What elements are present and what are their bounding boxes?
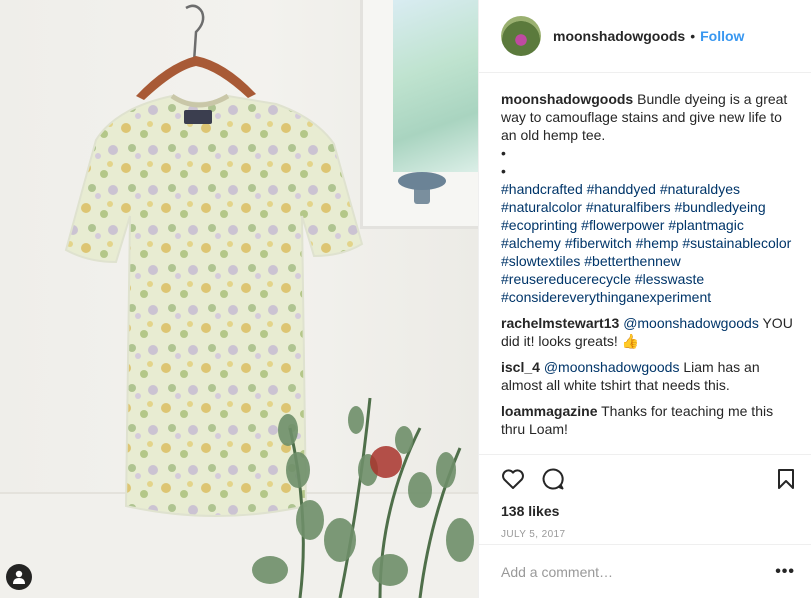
hashtag-link[interactable]: #flowerpower bbox=[581, 217, 664, 233]
comment-username[interactable]: loammagazine bbox=[501, 403, 597, 419]
action-icons bbox=[501, 465, 795, 493]
post-sidebar: moonshadowgoods • Follow moonshadowgoods… bbox=[478, 0, 811, 598]
comment-mention[interactable]: @moonshadowgoods bbox=[544, 359, 680, 375]
hashtag-link[interactable]: #naturalfibers bbox=[586, 199, 671, 215]
person-icon bbox=[13, 570, 25, 584]
hashtag-link[interactable]: #reusereducerecycle bbox=[501, 271, 631, 287]
hashtag-link[interactable]: #hemp bbox=[636, 235, 679, 251]
hashtag-link[interactable]: #lesswaste bbox=[635, 271, 704, 287]
comments-list: moonshadowgoods Bundle dyeing is a great… bbox=[479, 73, 811, 466]
hashtag-link[interactable]: #handdyed bbox=[587, 181, 656, 197]
hashtag-link[interactable]: #alchemy bbox=[501, 235, 561, 251]
hashtag-link[interactable]: #sustainablecolor bbox=[682, 235, 791, 251]
hashtag-link[interactable]: #handcrafted bbox=[501, 181, 583, 197]
likes-count[interactable]: 138 likes bbox=[501, 503, 795, 519]
comment-username[interactable]: rachelmstewart13 bbox=[501, 315, 619, 331]
comment: iscl_4 @moonshadowgoods Liam has an almo… bbox=[501, 358, 795, 394]
comment-icon[interactable] bbox=[541, 467, 565, 491]
hashtag-link[interactable]: #naturalcolor bbox=[501, 199, 582, 215]
header-username[interactable]: moonshadowgoods bbox=[553, 28, 685, 44]
add-comment-bar: ••• bbox=[479, 544, 811, 598]
bookmark-icon[interactable] bbox=[777, 468, 795, 490]
caption: moonshadowgoods Bundle dyeing is a great… bbox=[501, 90, 795, 306]
caption-bullet: • bbox=[501, 163, 506, 179]
comment: rachelmstewart13 @moonshadowgoods YOU di… bbox=[501, 314, 795, 350]
post-date[interactable]: JULY 5, 2017 bbox=[501, 529, 795, 540]
heart-icon[interactable] bbox=[501, 468, 525, 490]
hashtag-link[interactable]: #naturaldyes bbox=[660, 181, 740, 197]
caption-bullet: • bbox=[501, 145, 506, 161]
hashtag-link[interactable]: #considereverythinganexperiment bbox=[501, 289, 711, 305]
hashtag-link[interactable]: #betterthennew bbox=[584, 253, 681, 269]
post-header: moonshadowgoods • Follow bbox=[479, 0, 811, 73]
comment-mention[interactable]: @moonshadowgoods bbox=[623, 315, 759, 331]
more-options-button[interactable]: ••• bbox=[775, 563, 795, 581]
hashtag-link[interactable]: #ecoprinting bbox=[501, 217, 577, 233]
hanging-tshirt bbox=[64, 4, 474, 598]
comment-username[interactable]: iscl_4 bbox=[501, 359, 540, 375]
header-separator: • bbox=[690, 28, 696, 44]
comment: loammagazine Thanks for teaching me this… bbox=[501, 402, 795, 438]
caption-hashtags: #handcrafted #handdyed #naturaldyes #nat… bbox=[501, 180, 795, 306]
tagged-user-button[interactable] bbox=[6, 564, 32, 590]
hashtag-link[interactable]: #slowtextiles bbox=[501, 253, 580, 269]
hashtag-link[interactable]: #fiberwitch bbox=[565, 235, 632, 251]
avatar[interactable] bbox=[501, 16, 541, 56]
hashtag-link[interactable]: #bundledyeing bbox=[675, 199, 766, 215]
add-comment-input[interactable] bbox=[501, 563, 776, 580]
caption-username[interactable]: moonshadowgoods bbox=[501, 91, 633, 107]
post-actions: 138 likes JULY 5, 2017 bbox=[479, 454, 811, 540]
post-modal: moonshadowgoods • Follow moonshadowgoods… bbox=[0, 0, 811, 598]
hashtag-link[interactable]: #plantmagic bbox=[668, 217, 744, 233]
follow-button[interactable]: Follow bbox=[700, 28, 744, 44]
post-photo[interactable] bbox=[0, 0, 478, 598]
